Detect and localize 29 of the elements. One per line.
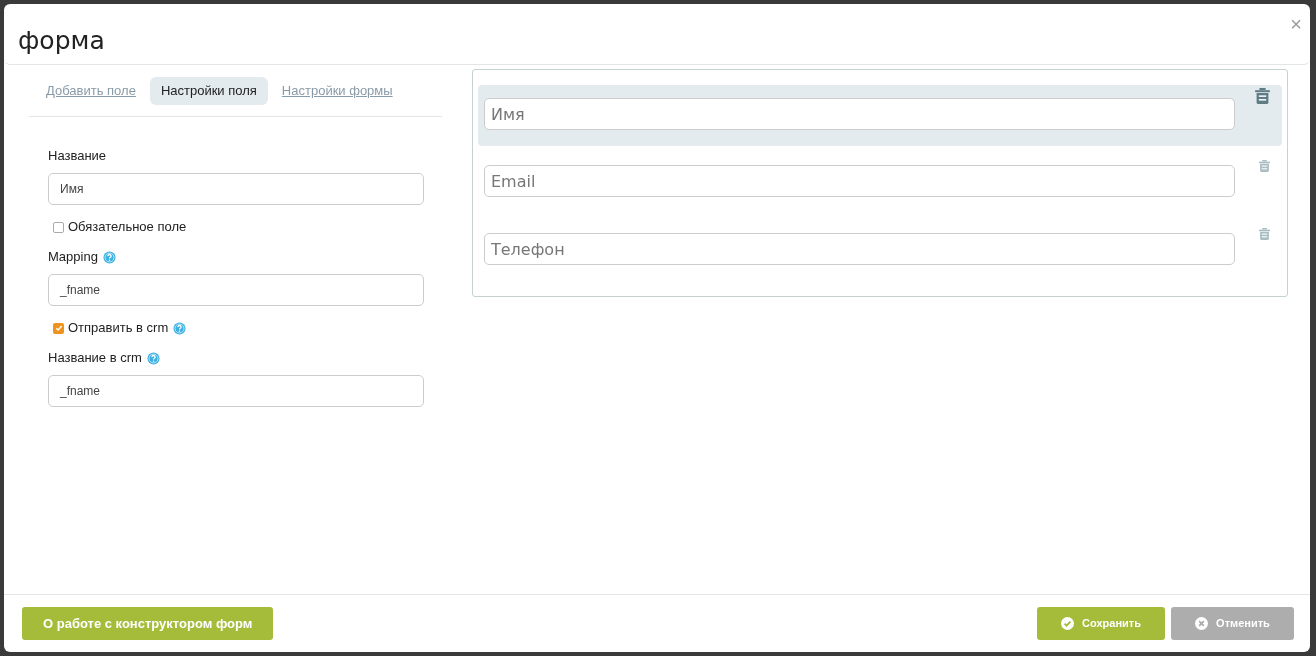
- save-button[interactable]: Сохранить: [1037, 607, 1165, 640]
- close-button[interactable]: ×: [1290, 14, 1302, 34]
- checkbox-label: Отправить в crm: [68, 319, 169, 338]
- trash-icon[interactable]: [1259, 228, 1270, 240]
- preview-row[interactable]: Email: [478, 160, 1282, 214]
- trash-icon[interactable]: [1255, 88, 1270, 104]
- preview-input[interactable]: Email: [484, 165, 1235, 197]
- text-field[interactable]: Имя: [48, 173, 424, 205]
- tab[interactable]: Настройки формы: [277, 76, 397, 105]
- trash-icon[interactable]: [1259, 160, 1270, 172]
- field-label: Mapping: [48, 248, 98, 267]
- check-circle-icon: [1061, 617, 1075, 630]
- preview-row[interactable]: Имя: [478, 85, 1282, 146]
- text-field[interactable]: _fname: [48, 274, 424, 306]
- text-field[interactable]: _fname: [48, 375, 424, 407]
- field-label: Название в crm: [48, 349, 142, 368]
- preview-row[interactable]: Телефон: [478, 228, 1282, 282]
- help-button[interactable]: О работе с конструктором форм: [22, 607, 274, 640]
- close-circle-icon: [1195, 617, 1209, 630]
- window-title: форма: [18, 26, 105, 56]
- checkbox[interactable]: [53, 322, 64, 334]
- cancel-button[interactable]: Отменить: [1171, 607, 1294, 640]
- tab[interactable]: Добавить поле: [42, 76, 140, 105]
- preview-input[interactable]: Имя: [484, 98, 1235, 130]
- preview-input[interactable]: Телефон: [484, 233, 1235, 265]
- field-label: Название: [48, 147, 107, 166]
- checkbox[interactable]: [53, 221, 64, 233]
- tab[interactable]: Настройки поля: [149, 76, 268, 105]
- checkbox-label: Обязательное поле: [68, 218, 187, 237]
